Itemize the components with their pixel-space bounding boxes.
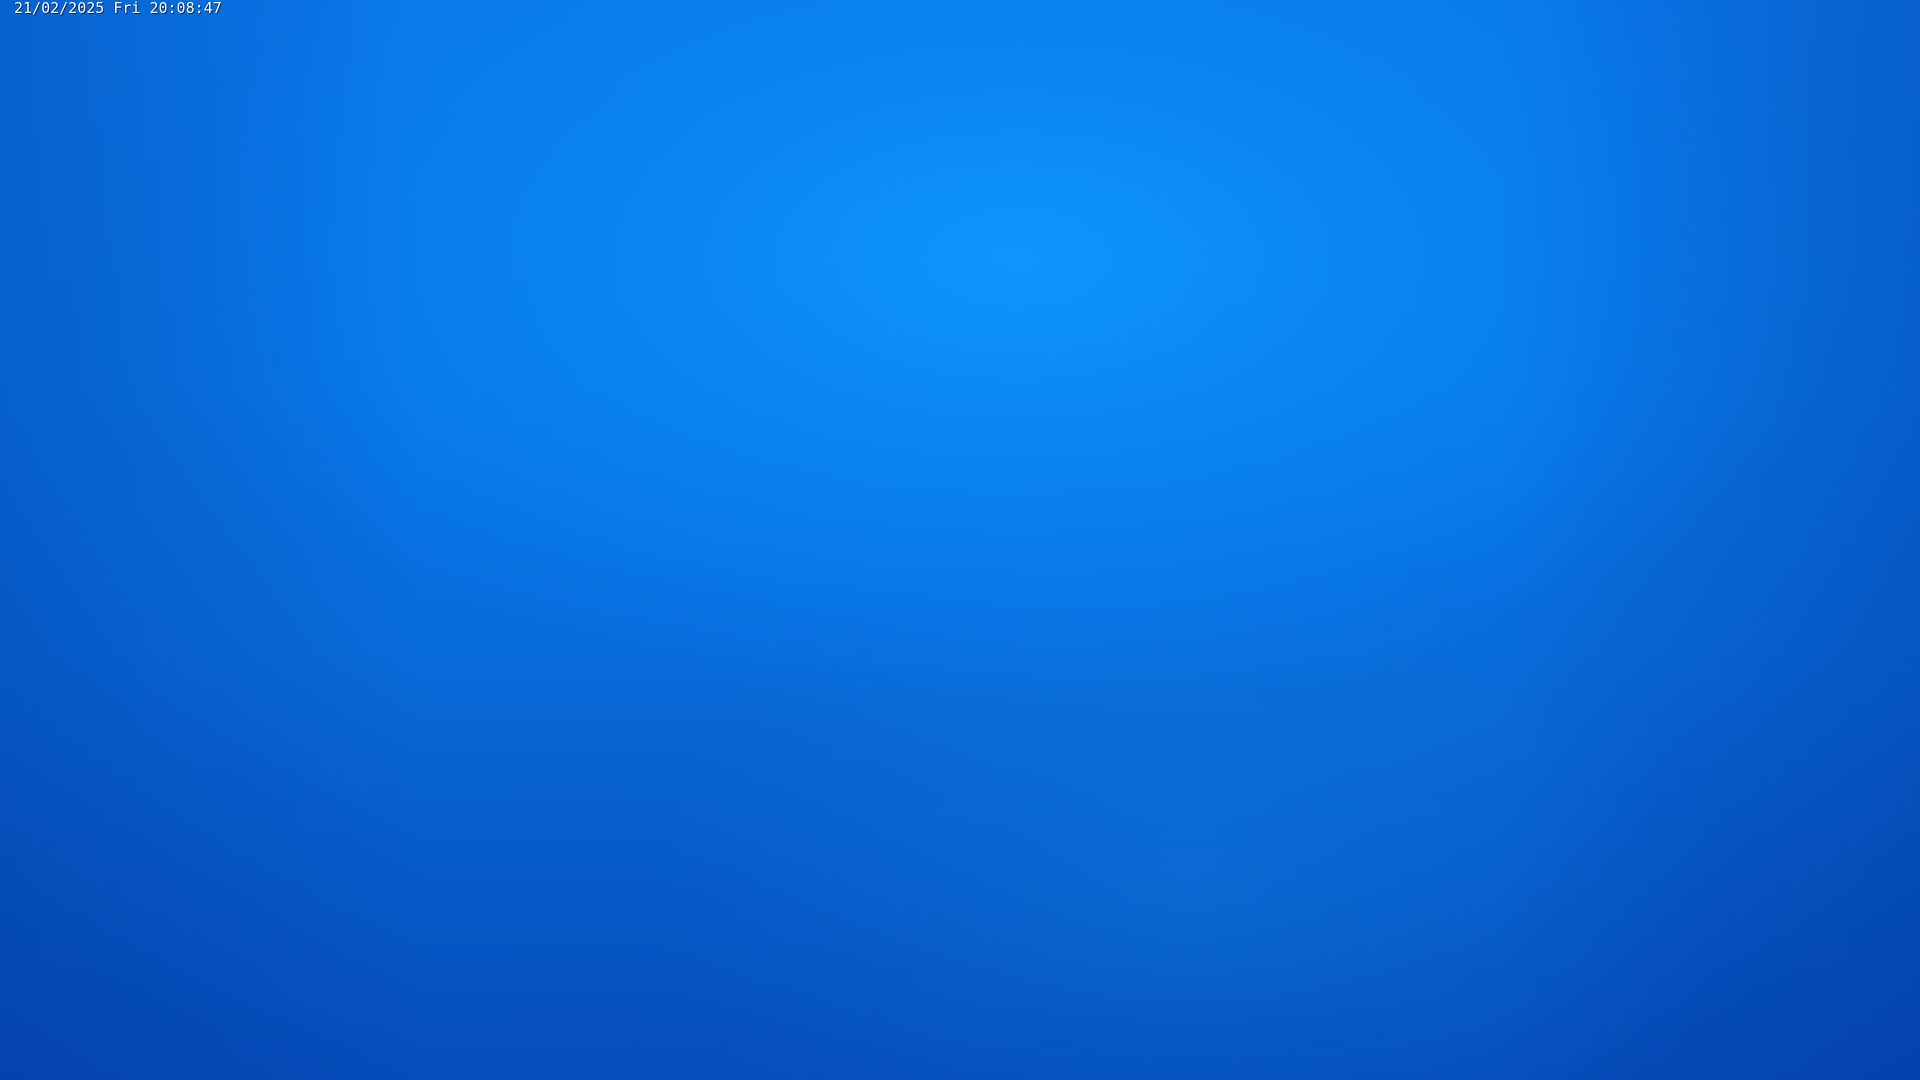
lens-vignette: [0, 0, 1920, 1080]
camera-feed: 21/02/2025 Fri 20:08:47: [0, 0, 1920, 1080]
timestamp-overlay: 21/02/2025 Fri 20:08:47: [14, 0, 222, 17]
